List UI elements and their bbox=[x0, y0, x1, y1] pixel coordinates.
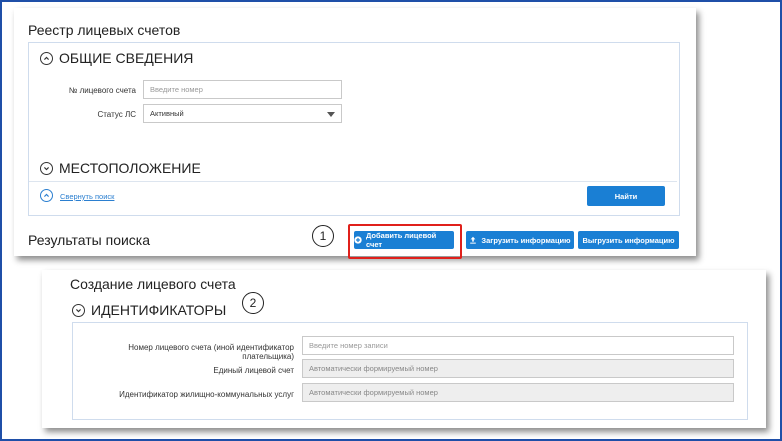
section-location-header[interactable]: МЕСТОПОЛОЖЕНИЕ bbox=[40, 160, 201, 176]
housing-id-field: Автоматически формируемый номер bbox=[302, 383, 734, 402]
unified-account-label: Единый лицевой счет bbox=[213, 366, 294, 375]
results-title: Результаты поиска bbox=[28, 232, 151, 248]
callout-badge-2: 2 bbox=[242, 292, 264, 314]
account-number-input[interactable]: Введите номер bbox=[143, 80, 342, 99]
status-label: Статус ЛС bbox=[97, 110, 136, 119]
account-number-field-label: Номер лицевого счета (иной идентификатор… bbox=[128, 343, 294, 361]
chevron-up-circle-icon bbox=[40, 189, 53, 202]
add-account-button[interactable]: Добавить лицевой счет bbox=[354, 231, 454, 249]
search-form bbox=[28, 42, 680, 216]
upload-icon bbox=[469, 236, 477, 244]
download-info-button[interactable]: Выгрузить информацию bbox=[578, 231, 679, 249]
chevron-down-icon bbox=[327, 111, 335, 117]
chevron-down-circle-icon bbox=[72, 303, 85, 317]
divider bbox=[29, 181, 677, 182]
account-number-field[interactable]: Введите номер записи bbox=[302, 336, 734, 355]
registry-panel: Реестр лицевых счетов ОБЩИЕ СВЕДЕНИЯ № л… bbox=[14, 8, 696, 259]
section-ids-header[interactable]: ИДЕНТИФИКАТОРЫ bbox=[72, 302, 226, 318]
plus-circle-icon bbox=[354, 236, 362, 244]
unified-account-field: Автоматически формируемый номер bbox=[302, 359, 734, 378]
section-general-label: ОБЩИЕ СВЕДЕНИЯ bbox=[59, 50, 194, 66]
create-title: Создание лицевого счета bbox=[70, 276, 236, 292]
find-button[interactable]: Найти bbox=[587, 186, 665, 206]
account-number-label: № лицевого счета bbox=[68, 86, 136, 95]
create-account-panel: Создание лицевого счета 2 ИДЕНТИФИКАТОРЫ… bbox=[42, 270, 766, 428]
section-ids-label: ИДЕНТИФИКАТОРЫ bbox=[91, 302, 227, 318]
status-select[interactable]: Активный bbox=[143, 104, 342, 123]
section-general-header[interactable]: ОБЩИЕ СВЕДЕНИЯ bbox=[40, 50, 193, 66]
collapse-search-link[interactable]: Свернуть поиск bbox=[60, 192, 114, 201]
upload-info-button[interactable]: Загрузить информацию bbox=[466, 231, 574, 249]
collapse-search[interactable] bbox=[40, 189, 59, 202]
housing-id-label: Идентификатор жилищно-коммунальных услуг bbox=[119, 390, 294, 399]
chevron-up-circle-icon bbox=[40, 51, 53, 65]
registry-title: Реестр лицевых счетов bbox=[28, 22, 181, 38]
section-location-label: МЕСТОПОЛОЖЕНИЕ bbox=[59, 160, 201, 176]
chevron-down-circle-icon bbox=[40, 161, 53, 175]
callout-badge-1: 1 bbox=[312, 225, 334, 247]
